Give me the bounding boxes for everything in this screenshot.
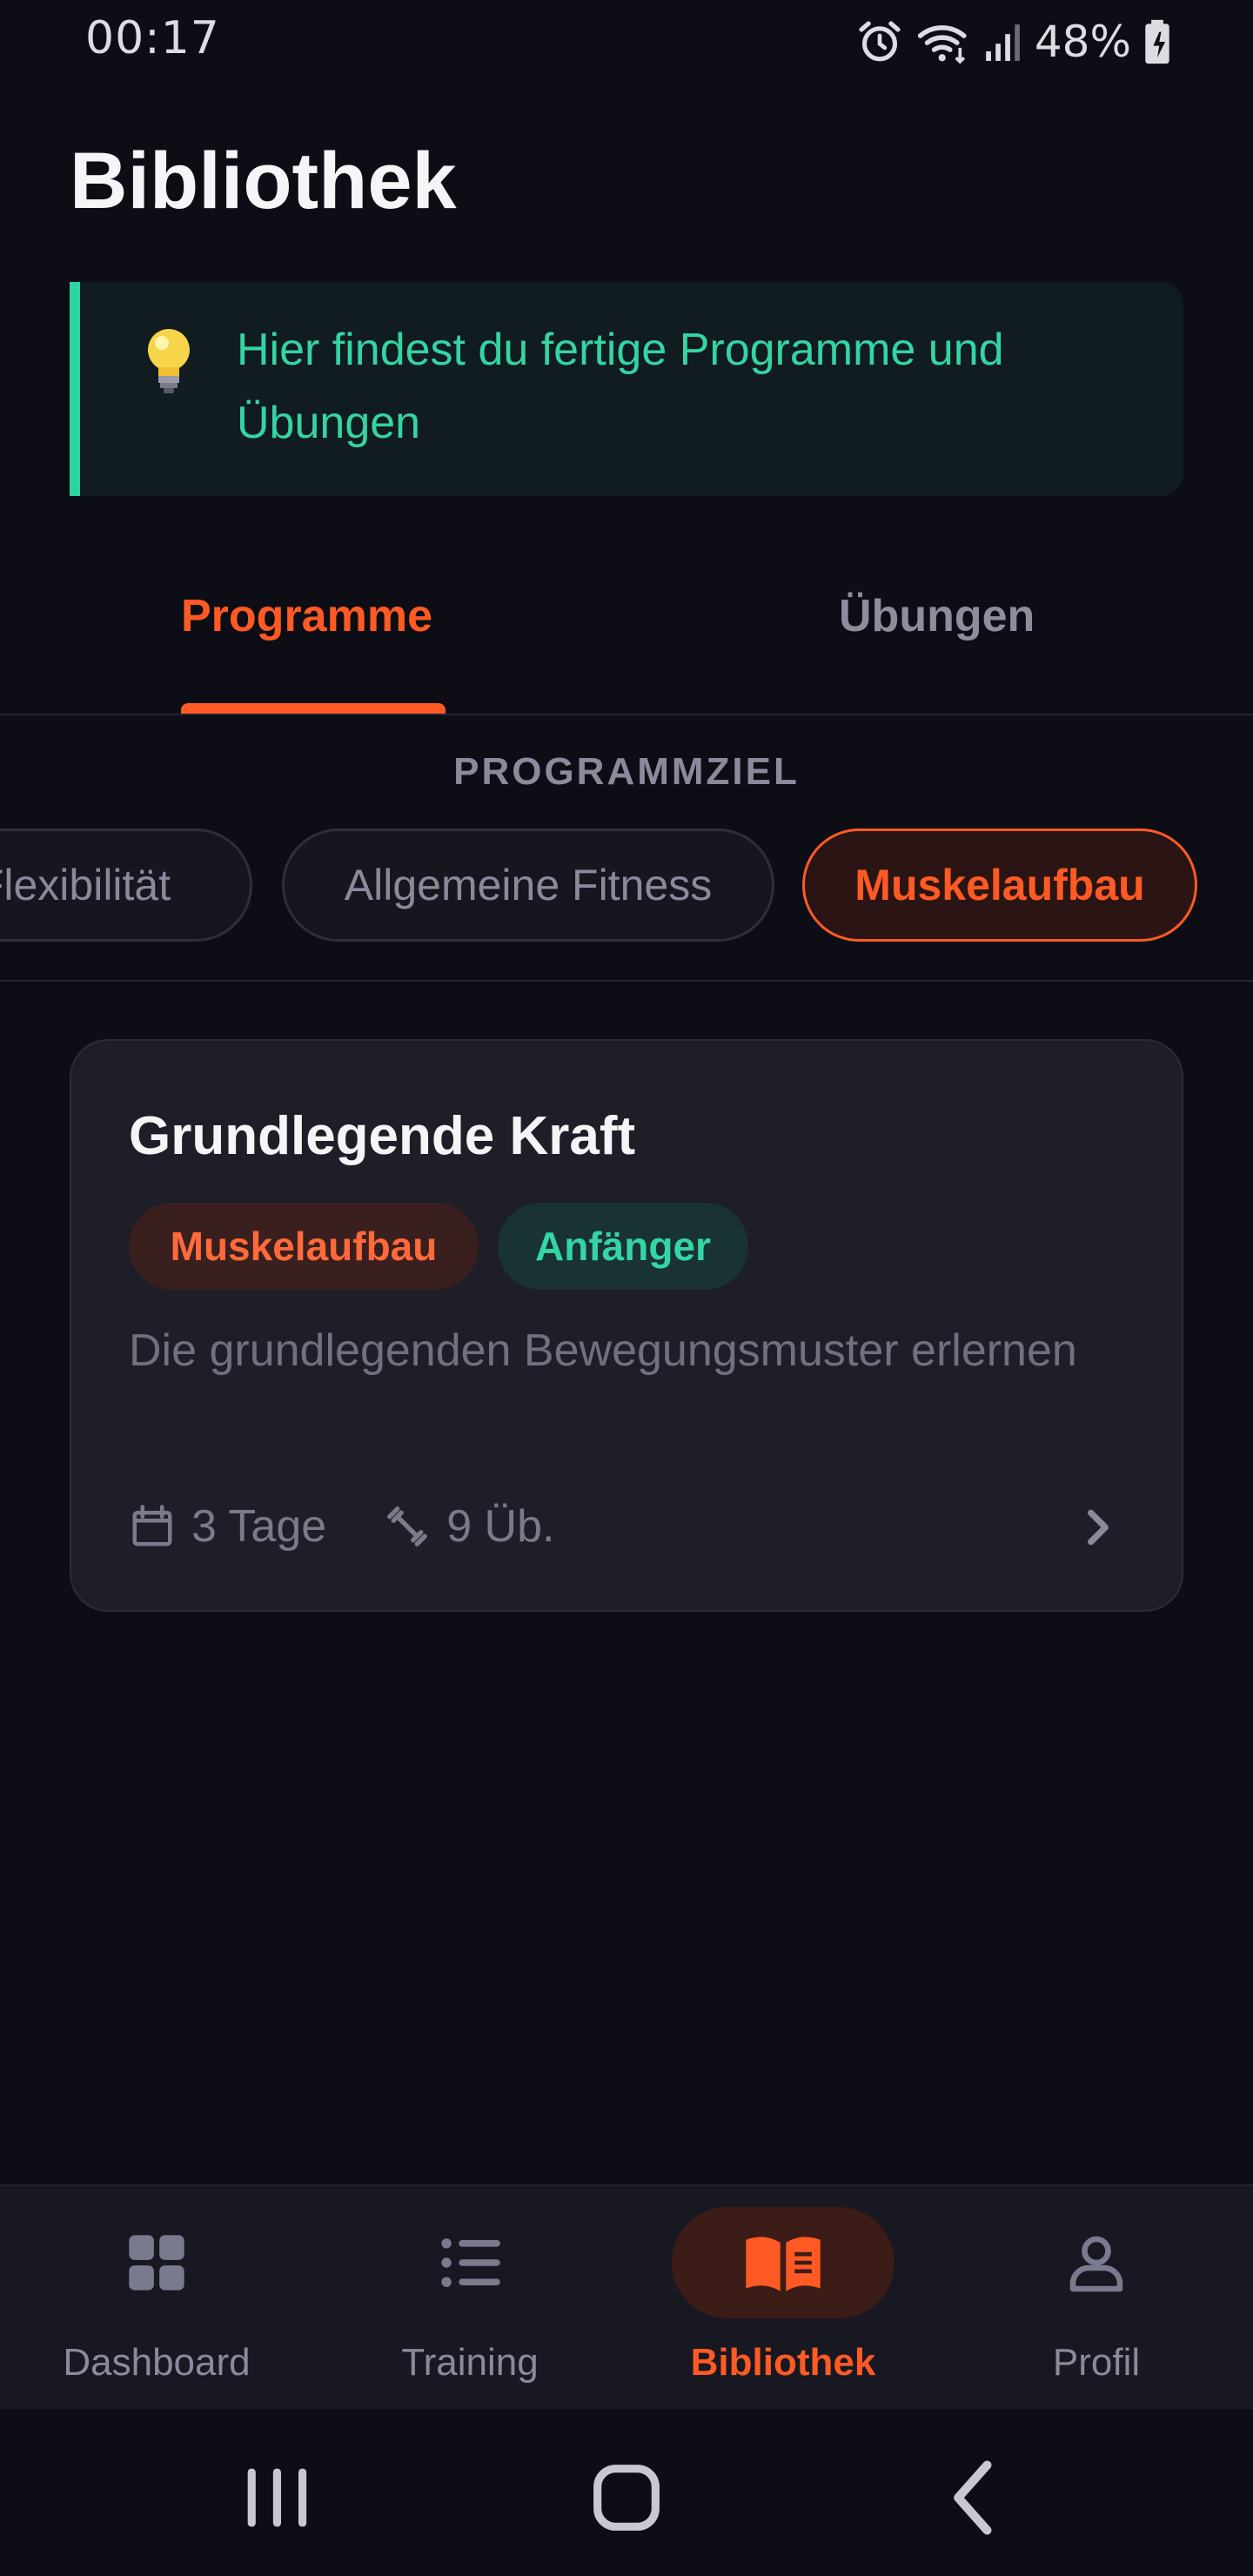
status-time: 00:17 [85,12,220,64]
nav-bibliothek[interactable]: Bibliothek [626,2186,940,2411]
program-description: Die grundlegenden Bewegungsmuster erlern… [129,1325,1077,1376]
nav-bibliothek-label: Bibliothek [690,2341,876,2384]
nav-dashboard-label: Dashboard [63,2341,251,2384]
tab-uebungen[interactable]: Übungen [839,590,1035,642]
hint-text: Hier findest du fertige Programme und Üb… [237,325,1004,448]
system-nav-bar [0,2409,1253,2576]
program-days: 3 Tage [191,1501,327,1552]
filter-chip-row[interactable]: Flexibilität Allgemeine Fitness Muskelau… [0,827,1253,945]
nav-training[interactable]: Training [313,2186,626,2411]
chip-allgemeine-fitness[interactable]: Allgemeine Fitness [282,828,774,942]
dumbbell-icon [387,1506,428,1546]
tab-programme[interactable]: Programme [181,590,432,642]
book-icon [746,2237,821,2291]
nav-dashboard[interactable]: Dashboard [0,2186,313,2411]
tab-bar: Programme Übungen [0,557,1253,715]
lightbulb-icon [148,329,190,393]
wifi-icon [917,25,967,64]
home-icon[interactable] [583,2454,670,2541]
bottom-nav: Dashboard Training Bibliothek Profil [0,2184,1253,2411]
divider [0,980,1253,982]
page-title: Bibliothek [70,137,457,225]
grid-icon [129,2235,184,2291]
battery-percentage: 48% [1034,17,1131,67]
program-meta: 3 Tage 9 Üb. [129,1492,554,1561]
chip-muskelaufbau[interactable]: Muskelaufbau [802,828,1197,942]
nav-training-label: Training [401,2341,539,2384]
filter-label: PROGRAMMZIEL [453,750,800,793]
battery-icon [1145,19,1169,64]
status-bar: 00:17 48% [0,0,1253,84]
active-tab-indicator [181,703,446,714]
recents-icon[interactable] [233,2454,320,2541]
signal-icon [986,24,1020,61]
nav-profil-label: Profil [1052,2341,1141,2384]
program-exercises: 9 Üb. [446,1501,555,1552]
chevron-right-icon [1088,1509,1109,1546]
level-badge: Anfänger [498,1203,748,1290]
chip-flexibilitaet[interactable]: Flexibilität [0,828,252,942]
nav-profil[interactable]: Profil [940,2186,1253,2411]
goal-badge: Muskelaufbau [129,1203,479,1290]
status-icons: 48% [855,14,1171,70]
program-card[interactable]: Grundlegende Kraft Muskelaufbau Anfänger… [70,1039,1183,1612]
hint-banner: Hier findest du fertige Programme und Üb… [70,282,1183,496]
program-title: Grundlegende Kraft [129,1106,636,1166]
list-icon [441,2238,500,2287]
back-icon[interactable] [933,2454,1020,2541]
alarm-icon [859,21,901,62]
person-icon [1069,2236,1123,2292]
calendar-icon [132,1505,172,1546]
